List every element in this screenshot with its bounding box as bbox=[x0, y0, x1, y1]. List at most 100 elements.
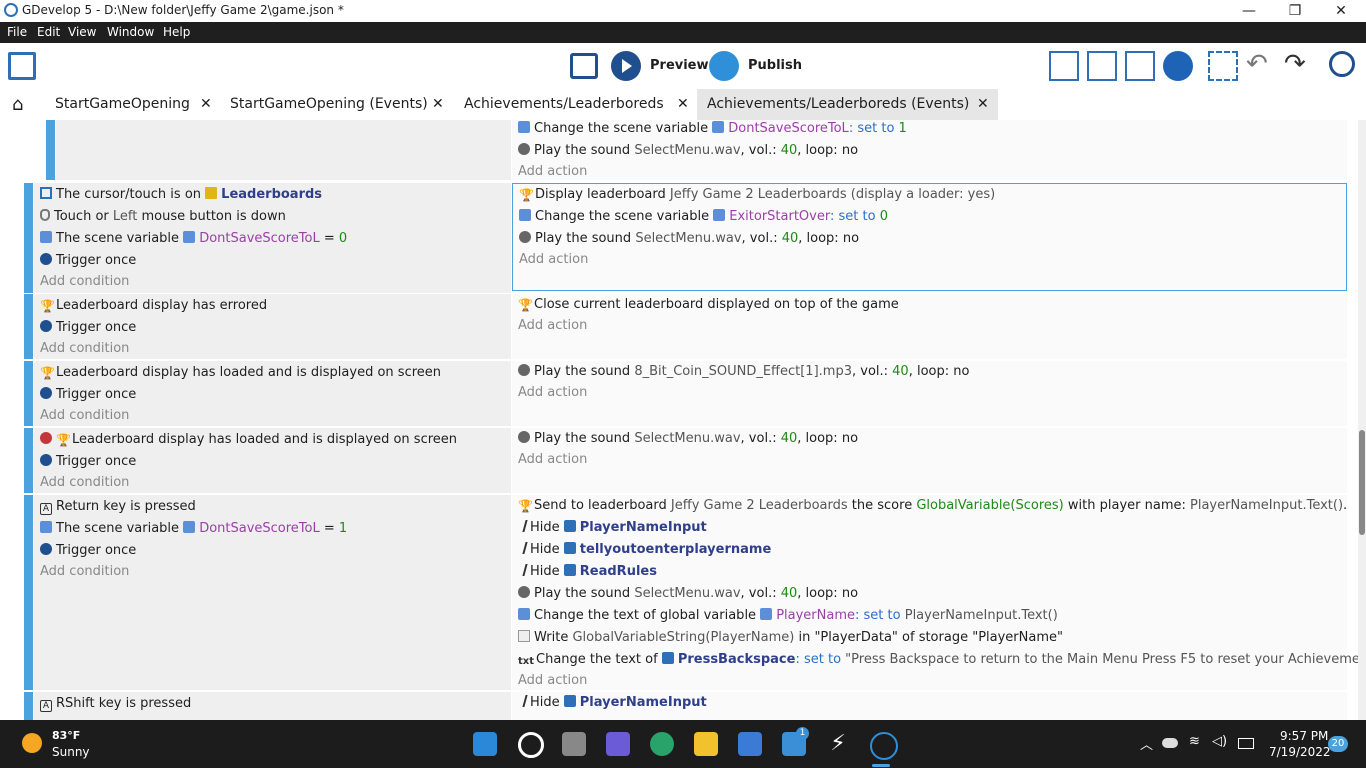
file-explorer-icon[interactable] bbox=[694, 732, 718, 756]
debugger-icon[interactable] bbox=[570, 53, 598, 79]
condition-line[interactable]: 🏆Leaderboard display has loaded and is d… bbox=[40, 429, 457, 451]
redo-icon[interactable]: ↷ bbox=[1284, 51, 1314, 81]
publish-button[interactable]: Publish bbox=[748, 58, 802, 73]
tab-close-icon[interactable]: ✕ bbox=[200, 89, 212, 120]
add-sub-event-icon[interactable] bbox=[1087, 51, 1117, 81]
action-line[interactable]: 🏆Close current leaderboard displayed on … bbox=[518, 294, 899, 316]
action-line[interactable]: Play the sound SelectMenu.wav, vol.: 40,… bbox=[518, 583, 858, 605]
teams-icon[interactable] bbox=[606, 732, 630, 756]
action-line[interactable]: 🏆Send to leaderboard Jeffy Game 2 Leader… bbox=[518, 495, 1347, 517]
event-conditions[interactable]: The cursor/touch is on Leaderboards Touc… bbox=[34, 183, 511, 293]
volume-icon[interactable]: ◁) bbox=[1212, 734, 1227, 749]
action-line[interactable]: Play the sound SelectMenu.wav, vol.: 40,… bbox=[518, 140, 858, 162]
scrollbar-thumb[interactable] bbox=[1359, 430, 1365, 535]
microsoft-store-icon[interactable] bbox=[738, 732, 762, 756]
condition-line[interactable]: The scene variable DontSaveScoreToL = 0 bbox=[40, 228, 347, 250]
event-actions[interactable]: 🏆Display leaderboard Jeffy Game 2 Leader… bbox=[512, 183, 1347, 291]
add-condition-link[interactable]: Add condition bbox=[40, 472, 129, 494]
publish-globe-icon[interactable] bbox=[709, 51, 739, 81]
event-actions[interactable]: Change the scene variable DontSaveScoreT… bbox=[512, 120, 1347, 180]
tab-achievements[interactable]: Achievements/Leaderboreds bbox=[464, 89, 664, 120]
vertical-scrollbar[interactable] bbox=[1358, 120, 1366, 720]
event-actions[interactable]: Play the sound SelectMenu.wav, vol.: 40,… bbox=[512, 428, 1347, 493]
home-icon[interactable]: ⌂ bbox=[12, 89, 23, 120]
condition-line[interactable]: 🏆Leaderboard display has errored bbox=[40, 295, 267, 317]
tab-startgameopening[interactable]: StartGameOpening bbox=[55, 89, 190, 120]
menu-view[interactable]: View bbox=[68, 25, 96, 39]
event-conditions[interactable] bbox=[56, 120, 511, 180]
condition-line[interactable]: Trigger once bbox=[40, 451, 136, 473]
add-comment-icon[interactable] bbox=[1125, 51, 1155, 81]
add-condition-link[interactable]: Add condition bbox=[40, 271, 129, 293]
menu-window[interactable]: Window bbox=[107, 25, 154, 39]
undo-icon[interactable]: ↶ bbox=[1246, 51, 1276, 81]
add-action-link[interactable]: Add action bbox=[518, 449, 587, 471]
search-icon[interactable] bbox=[1329, 51, 1355, 77]
maximize-button[interactable]: ❐ bbox=[1272, 0, 1318, 22]
event-conditions[interactable]: A RShift key is pressed bbox=[34, 692, 511, 720]
condition-line[interactable]: Trigger once bbox=[40, 317, 136, 339]
clock-date[interactable]: 7/19/2022 bbox=[1269, 745, 1331, 759]
action-line[interactable]: Hide PlayerNameInput bbox=[516, 692, 707, 714]
action-line[interactable]: Play the sound 8_Bit_Coin_SOUND_Effect[1… bbox=[518, 361, 969, 383]
minimize-button[interactable]: — bbox=[1226, 0, 1272, 22]
action-line[interactable]: Play the sound SelectMenu.wav, vol.: 40,… bbox=[518, 428, 858, 450]
search-icon[interactable] bbox=[518, 732, 544, 758]
preview-button[interactable]: Preview bbox=[650, 58, 709, 73]
tab-close-icon[interactable]: ✕ bbox=[977, 89, 989, 120]
tab-close-icon[interactable]: ✕ bbox=[432, 89, 444, 120]
event-conditions[interactable]: 🏆Leaderboard display has loaded and is d… bbox=[34, 428, 511, 493]
condition-line[interactable]: Trigger once bbox=[40, 540, 136, 562]
close-button[interactable]: ✕ bbox=[1318, 0, 1364, 22]
weather-sun-icon[interactable] bbox=[22, 733, 42, 753]
event-actions[interactable]: Play the sound 8_Bit_Coin_SOUND_Effect[1… bbox=[512, 361, 1347, 426]
tab-startgameopening-events[interactable]: StartGameOpening (Events) bbox=[230, 89, 428, 120]
add-action-link[interactable]: Add action bbox=[518, 670, 587, 692]
add-action-link[interactable]: Add action bbox=[518, 382, 587, 404]
task-view-icon[interactable] bbox=[562, 732, 586, 756]
condition-line[interactable]: Trigger once bbox=[40, 250, 136, 272]
add-condition-link[interactable]: Add condition bbox=[40, 338, 129, 360]
event-conditions[interactable]: 🏆Leaderboard display has errored Trigger… bbox=[34, 294, 511, 359]
clock-time[interactable]: 9:57 PM bbox=[1280, 729, 1328, 743]
start-windows-icon[interactable] bbox=[473, 732, 497, 756]
action-line[interactable]: Change the scene variable DontSaveScoreT… bbox=[518, 120, 907, 140]
battery-icon[interactable] bbox=[1238, 738, 1254, 749]
condition-line[interactable]: A RShift key is pressed bbox=[40, 693, 191, 715]
condition-line[interactable]: 🏆Leaderboard display has loaded and is d… bbox=[40, 362, 441, 384]
gdevelop-taskbar-icon[interactable] bbox=[870, 732, 898, 760]
delete-selection-icon[interactable] bbox=[1208, 51, 1238, 81]
action-line[interactable]: Change the scene variable ExitorStartOve… bbox=[519, 206, 888, 228]
add-condition-link[interactable]: Add condition bbox=[40, 405, 129, 427]
menu-file[interactable]: File bbox=[7, 25, 27, 39]
add-other-icon[interactable] bbox=[1163, 51, 1193, 81]
menu-help[interactable]: Help bbox=[163, 25, 190, 39]
add-action-link[interactable]: Add action bbox=[518, 315, 587, 337]
condition-line[interactable]: A Return key is pressed bbox=[40, 496, 196, 518]
onedrive-cloud-icon[interactable] bbox=[1162, 738, 1178, 748]
menu-edit[interactable]: Edit bbox=[37, 25, 60, 39]
tab-achievements-events[interactable]: Achievements/Leaderboreds (Events) bbox=[697, 89, 998, 120]
wifi-icon[interactable]: ≋ bbox=[1189, 734, 1200, 749]
preview-play-icon[interactable] bbox=[611, 51, 641, 81]
condition-line[interactable]: The cursor/touch is on Leaderboards bbox=[40, 184, 322, 206]
tab-close-icon[interactable]: ✕ bbox=[677, 89, 689, 120]
action-line[interactable]: Write GlobalVariableString(PlayerName) i… bbox=[518, 627, 1063, 649]
add-action-link[interactable]: Add action bbox=[518, 161, 587, 183]
tray-chevron-icon[interactable]: ︿ bbox=[1140, 734, 1153, 753]
notification-badge[interactable]: 20 bbox=[1328, 736, 1348, 752]
add-event-icon[interactable] bbox=[1049, 51, 1079, 81]
event-actions[interactable]: Hide PlayerNameInput bbox=[512, 692, 1347, 720]
edge-browser-icon[interactable] bbox=[650, 732, 674, 756]
action-line[interactable]: Play the sound SelectMenu.wav, vol.: 40,… bbox=[519, 228, 859, 250]
action-line[interactable]: Change the text of global variable Playe… bbox=[518, 605, 1058, 627]
action-line[interactable]: Hide tellyoutoenterplayername bbox=[516, 539, 771, 561]
event-conditions[interactable]: 🏆Leaderboard display has loaded and is d… bbox=[34, 361, 511, 426]
app-lightning-icon[interactable]: ⚡ bbox=[826, 732, 850, 756]
project-manager-icon[interactable] bbox=[8, 52, 36, 80]
event-actions[interactable]: 🏆Send to leaderboard Jeffy Game 2 Leader… bbox=[512, 495, 1358, 692]
action-line[interactable]: 🏆Display leaderboard Jeffy Game 2 Leader… bbox=[519, 184, 995, 206]
event-actions[interactable]: 🏆Close current leaderboard displayed on … bbox=[512, 294, 1347, 359]
add-action-link[interactable]: Add action bbox=[519, 249, 588, 271]
event-conditions[interactable]: A Return key is pressed The scene variabl… bbox=[34, 495, 511, 690]
